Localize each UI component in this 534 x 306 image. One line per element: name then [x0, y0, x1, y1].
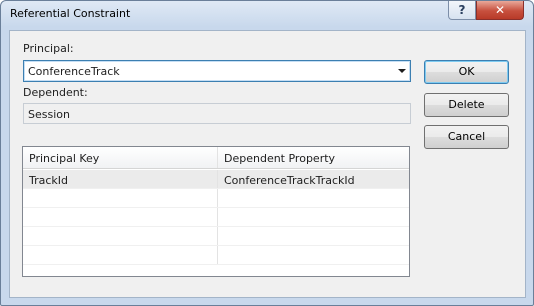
dialog-client-area: Principal: ConferenceTrack Dependent: Se…: [9, 30, 526, 298]
principal-dropdown[interactable]: ConferenceTrack: [23, 60, 411, 82]
principal-label: Principal:: [23, 42, 74, 55]
ok-button[interactable]: OK: [424, 60, 509, 84]
principal-key-cell[interactable]: TrackId: [23, 170, 217, 188]
principal-value: ConferenceTrack: [28, 65, 120, 78]
table-row[interactable]: [23, 208, 409, 227]
dependent-property-cell[interactable]: [217, 208, 409, 226]
cell-text: TrackId: [29, 174, 69, 187]
dependent-property-cell[interactable]: [217, 189, 409, 207]
principal-key-cell[interactable]: [23, 208, 217, 226]
table-row[interactable]: TrackId ConferenceTrackTrackId: [23, 170, 409, 189]
column-header-label: Dependent Property: [224, 152, 336, 165]
table-row[interactable]: [23, 246, 409, 265]
dependent-field: Session: [23, 103, 411, 124]
column-header-dependent-property[interactable]: Dependent Property: [217, 147, 409, 168]
referential-constraint-dialog: Referential Constraint ? ✕ Principal: Co…: [0, 0, 534, 306]
delete-button[interactable]: Delete: [424, 93, 509, 117]
window-title: Referential Constraint: [10, 7, 131, 20]
dependent-property-cell[interactable]: ConferenceTrackTrackId: [217, 170, 409, 188]
help-button[interactable]: ?: [448, 1, 476, 20]
table-row[interactable]: [23, 189, 409, 208]
column-header-label: Principal Key: [29, 152, 100, 165]
mapping-grid[interactable]: Principal Key Dependent Property TrackId…: [22, 146, 410, 277]
grid-header: Principal Key Dependent Property: [23, 147, 409, 169]
principal-key-cell[interactable]: [23, 227, 217, 245]
dependent-property-cell[interactable]: [217, 246, 409, 264]
dependent-label: Dependent:: [23, 86, 88, 99]
dependent-value: Session: [28, 108, 70, 121]
column-header-principal-key[interactable]: Principal Key: [23, 147, 217, 168]
cancel-button[interactable]: Cancel: [424, 125, 509, 149]
title-bar[interactable]: Referential Constraint ? ✕: [1, 1, 533, 27]
principal-key-cell[interactable]: [23, 246, 217, 264]
cell-text: ConferenceTrackTrackId: [224, 174, 355, 187]
close-button[interactable]: ✕: [476, 1, 524, 20]
help-icon: ?: [458, 3, 466, 17]
table-row[interactable]: [23, 227, 409, 246]
principal-key-cell[interactable]: [23, 189, 217, 207]
chevron-down-icon[interactable]: [398, 69, 406, 73]
close-icon: ✕: [494, 3, 506, 17]
dependent-property-cell[interactable]: [217, 227, 409, 245]
